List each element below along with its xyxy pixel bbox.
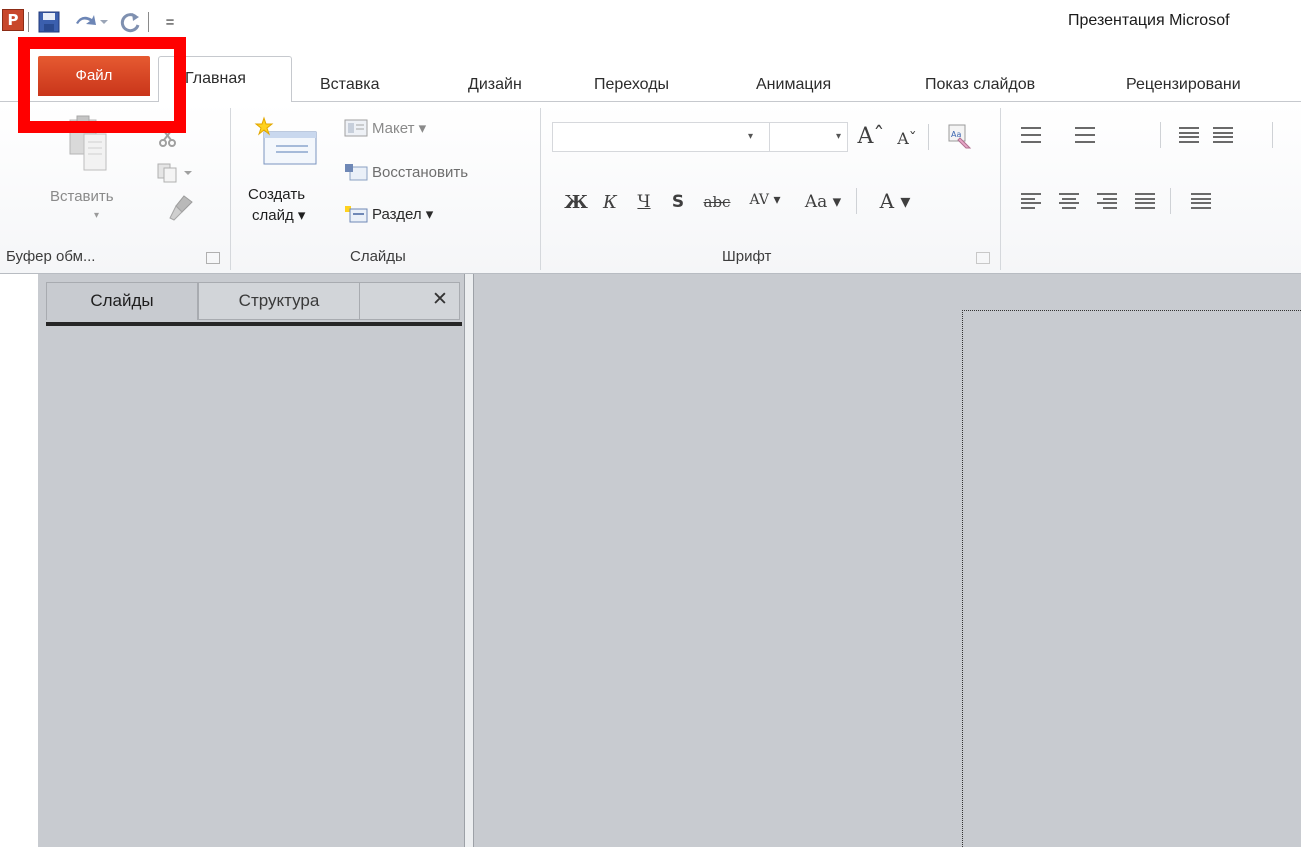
grow-font-button[interactable]: Aˆ: [854, 120, 888, 152]
quick-access-separator: [148, 12, 149, 32]
font-size-select[interactable]: ▾: [770, 122, 848, 152]
divider: [1170, 188, 1171, 214]
highlight-box: [18, 37, 186, 133]
slide-canvas[interactable]: [962, 310, 1301, 847]
group-label-font: Шрифт: [722, 248, 772, 265]
group-divider: [1000, 108, 1001, 270]
active-tab-underline: [46, 322, 462, 326]
layout-icon: [344, 119, 368, 137]
shrink-font-button[interactable]: Aˇ: [894, 124, 920, 152]
paste-button-label[interactable]: Вставить: [50, 188, 114, 205]
columns-icon[interactable]: [1184, 186, 1218, 216]
save-icon[interactable]: [36, 8, 62, 36]
align-left-icon[interactable]: [1014, 186, 1048, 216]
layout-label: Макет ▾: [372, 120, 427, 137]
decrease-indent-icon[interactable]: [1172, 120, 1206, 150]
reset-button[interactable]: Восстановить: [344, 160, 468, 184]
chevron-down-icon[interactable]: ▾: [748, 131, 753, 142]
paste-dropdown-arrow[interactable]: ▾: [94, 210, 99, 221]
character-spacing-button[interactable]: AV ▾: [738, 182, 792, 218]
close-icon[interactable]: ✕: [428, 288, 452, 312]
chevron-down-icon[interactable]: ▾: [836, 131, 841, 142]
copy-icon[interactable]: [156, 162, 196, 184]
quick-access-separator: [28, 12, 29, 32]
numbering-icon[interactable]: [1068, 120, 1102, 150]
tab-slideshow[interactable]: Показ слайдов: [925, 68, 1035, 102]
align-right-icon[interactable]: [1090, 186, 1124, 216]
new-slide-icon[interactable]: [254, 116, 320, 166]
new-slide-button-label[interactable]: Создать: [248, 186, 305, 203]
justify-icon[interactable]: [1128, 186, 1162, 216]
underline-button[interactable]: Ч: [630, 186, 658, 218]
font-color-button[interactable]: A ▾: [870, 184, 920, 218]
window-title: Презентация Microsof: [1068, 12, 1230, 29]
pane-tabs: Слайды Структура ✕: [38, 274, 464, 326]
customize-quick-access-icon[interactable]: =: [160, 8, 180, 36]
ribbon-tabs: Файл Главная Вставка Дизайн Переходы Ани…: [0, 56, 1301, 103]
powerpoint-logo-icon[interactable]: P: [2, 9, 24, 31]
change-case-button[interactable]: Aa ▾: [796, 186, 850, 218]
italic-button[interactable]: К: [596, 186, 624, 218]
divider: [1160, 122, 1161, 148]
tab-review[interactable]: Рецензировани: [1126, 68, 1241, 102]
slide-editing-area: [474, 274, 1301, 847]
slides-outline-pane: Слайды Структура ✕: [36, 274, 464, 847]
group-divider: [230, 108, 231, 270]
divider: [928, 124, 929, 150]
undo-icon[interactable]: [70, 8, 110, 36]
align-center-icon[interactable]: [1052, 186, 1086, 216]
bullets-icon[interactable]: [1014, 120, 1048, 150]
reset-slide-icon: [344, 163, 368, 181]
text-shadow-button[interactable]: S: [664, 186, 692, 218]
tab-transitions[interactable]: Переходы: [594, 68, 669, 102]
ribbon-home: Вставить ▾ Буфер обм... Создать слайд ▾ …: [0, 102, 1301, 274]
group-label-clipboard: Буфер обм...: [6, 248, 96, 265]
tab-design[interactable]: Дизайн: [468, 68, 522, 102]
redo-icon[interactable]: [114, 8, 144, 36]
group-label-slides: Слайды: [350, 248, 406, 265]
bold-button[interactable]: Ж: [562, 186, 590, 218]
group-divider: [540, 108, 541, 270]
tab-insert[interactable]: Вставка: [320, 68, 379, 102]
font-name-select[interactable]: ▾: [552, 122, 770, 152]
section-button[interactable]: Раздел ▾: [344, 202, 433, 226]
tab-slides[interactable]: Слайды: [46, 282, 198, 320]
section-icon: [344, 205, 368, 223]
divider: [1272, 122, 1273, 148]
section-label: Раздел ▾: [372, 206, 434, 223]
tab-animation[interactable]: Анимация: [756, 68, 831, 102]
new-slide-dropdown-label[interactable]: слайд ▾: [252, 206, 305, 224]
strikethrough-button[interactable]: abc: [698, 186, 736, 218]
format-painter-icon[interactable]: [168, 194, 194, 222]
divider: [856, 188, 857, 214]
tab-outline[interactable]: Структура: [198, 282, 360, 320]
title-bar: P = Презентация Microsof: [0, 0, 1301, 56]
increase-indent-icon[interactable]: [1206, 120, 1240, 150]
clipboard-dialog-launcher-icon[interactable]: [206, 252, 220, 264]
layout-button[interactable]: Макет ▾: [344, 116, 426, 140]
font-dialog-launcher-icon[interactable]: [976, 252, 990, 264]
reset-label: Восстановить: [372, 163, 469, 181]
pane-splitter[interactable]: [464, 274, 474, 847]
clear-formatting-icon[interactable]: Aa: [944, 120, 976, 152]
